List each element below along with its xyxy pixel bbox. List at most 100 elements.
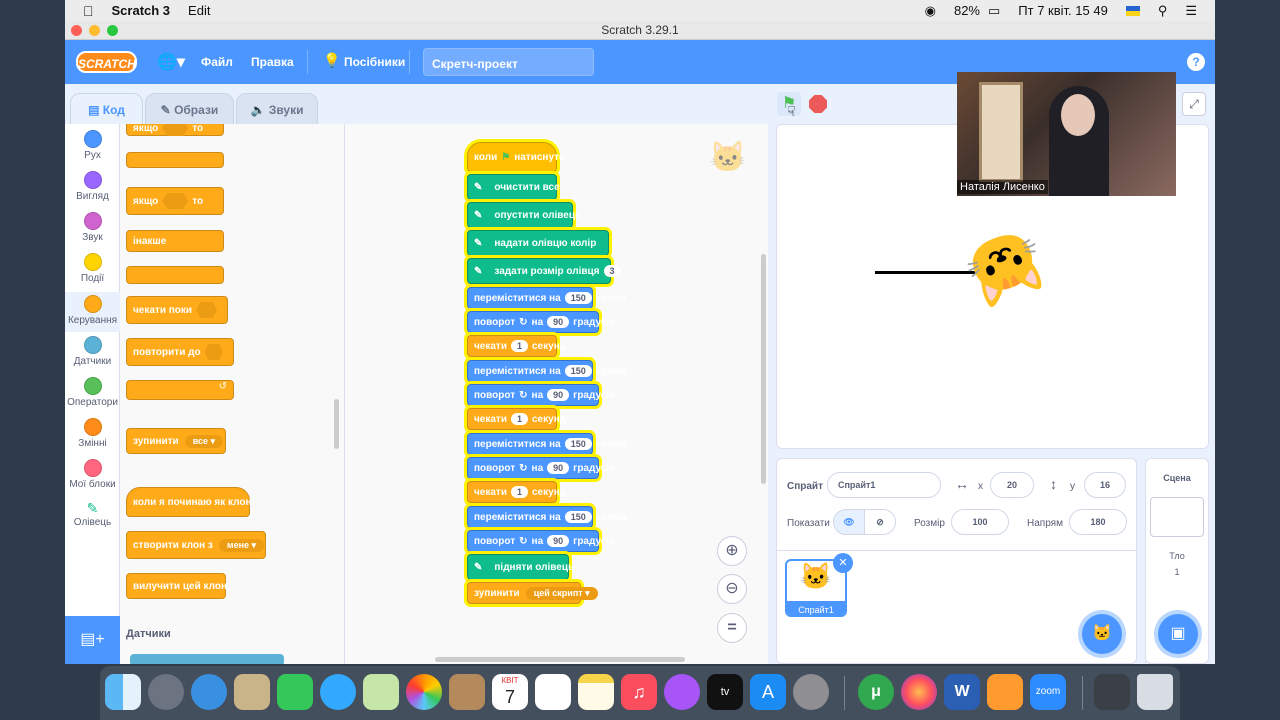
zoom-in-button[interactable]: ⊕ bbox=[717, 536, 747, 566]
stop-dropdown[interactable]: цей скрипт ▾ bbox=[525, 586, 598, 600]
steps-input[interactable]: 150 bbox=[564, 365, 592, 377]
degrees-input[interactable]: 90 bbox=[547, 462, 570, 474]
stop-button[interactable] bbox=[809, 95, 827, 113]
battery-icon[interactable]: ▭ bbox=[988, 3, 1000, 19]
if-else-block[interactable]: якщо то bbox=[126, 187, 224, 215]
trash-icon[interactable] bbox=[1137, 674, 1173, 710]
zoom-out-button[interactable]: ⊖ bbox=[717, 574, 747, 604]
category-variables[interactable]: Змінні bbox=[65, 418, 120, 449]
steps-input[interactable]: 150 bbox=[564, 511, 592, 523]
apple-icon[interactable]:  bbox=[83, 3, 94, 19]
project-title-input[interactable]: Скретч-проект bbox=[423, 48, 594, 76]
steps-input[interactable]: 150 bbox=[564, 438, 592, 450]
notes-icon[interactable] bbox=[578, 674, 614, 710]
downloads-stack-icon[interactable] bbox=[1094, 674, 1130, 710]
add-sprite-button[interactable]: 🐱 bbox=[1082, 614, 1122, 654]
safari-icon[interactable] bbox=[191, 674, 227, 710]
vertical-scrollbar[interactable] bbox=[761, 254, 766, 484]
launchpad-icon[interactable] bbox=[148, 674, 184, 710]
size-input[interactable]: 100 bbox=[951, 509, 1009, 535]
app-menu[interactable]: Scratch 3 bbox=[112, 3, 171, 18]
delete-clone-block[interactable]: вилучити цей клон bbox=[126, 573, 227, 599]
hide-sprite-button[interactable]: ⊘ bbox=[864, 509, 896, 535]
horizontal-scrollbar[interactable] bbox=[435, 657, 685, 662]
turn-block[interactable]: поворот ↻ на 90 градусів bbox=[467, 311, 615, 333]
x-input[interactable]: 20 bbox=[990, 472, 1034, 498]
zoom-reset-button[interactable]: = bbox=[717, 613, 747, 643]
tab-code[interactable]: ▤ Код bbox=[70, 93, 143, 125]
add-extension-button[interactable]: ▤+ bbox=[65, 616, 120, 664]
category-my-blocks[interactable]: Мої блоки bbox=[65, 459, 120, 490]
stage-selector[interactable]: Сцена Тло 1 ▣ bbox=[1145, 458, 1209, 664]
clone-dropdown[interactable]: мене ▾ bbox=[218, 538, 265, 552]
control-center-icon[interactable]: ☰ bbox=[1185, 3, 1197, 19]
stop-script-block[interactable]: зупинити цей скрипт ▾ bbox=[467, 582, 598, 604]
move-steps-block[interactable]: переміститися на 150 кроків bbox=[467, 433, 627, 455]
scratch-app-icon[interactable] bbox=[987, 674, 1023, 710]
edit-menu[interactable]: Edit bbox=[188, 3, 210, 18]
degrees-input[interactable]: 90 bbox=[547, 316, 570, 328]
stop-block[interactable]: зупинити все ▾ bbox=[126, 428, 226, 454]
tutorials-button[interactable]: Посібники bbox=[344, 55, 405, 69]
clock[interactable]: Пт 7 квіт. 15 49 bbox=[1018, 3, 1108, 18]
lightbulb-icon[interactable]: 💡 bbox=[323, 52, 340, 69]
wait-input[interactable]: 1 bbox=[510, 413, 528, 425]
show-visible-button[interactable]: 👁 bbox=[833, 509, 865, 535]
turn-block[interactable]: поворот ↻ на 90 градусів bbox=[467, 530, 615, 552]
wifi-icon[interactable]: ◉ bbox=[925, 3, 936, 19]
word-icon[interactable]: W bbox=[944, 674, 980, 710]
degrees-input[interactable]: 90 bbox=[547, 389, 570, 401]
calendar-icon[interactable]: КВІТ 7 bbox=[492, 674, 528, 710]
direction-input[interactable]: 180 bbox=[1069, 509, 1127, 535]
zoom-window-button[interactable] bbox=[107, 25, 118, 36]
finder-icon[interactable] bbox=[105, 674, 141, 710]
category-events[interactable]: Події bbox=[65, 253, 120, 284]
add-backdrop-button[interactable]: ▣ bbox=[1158, 614, 1198, 654]
system-preferences-icon[interactable] bbox=[793, 674, 829, 710]
category-motion[interactable]: Рух bbox=[65, 130, 120, 161]
music-icon[interactable]: ♫ bbox=[621, 674, 657, 710]
degrees-input[interactable]: 90 bbox=[547, 535, 570, 547]
firefox-icon[interactable] bbox=[901, 674, 937, 710]
spotlight-icon[interactable]: ⚲ bbox=[1158, 3, 1168, 19]
tab-sounds[interactable]: 🔈 Звуки bbox=[236, 93, 318, 125]
messages-icon[interactable] bbox=[320, 674, 356, 710]
mail-eagle-icon[interactable] bbox=[234, 674, 270, 710]
file-menu[interactable]: Файл bbox=[201, 55, 233, 69]
set-pen-color-block[interactable]: ✎ надати олівцю колір bbox=[467, 230, 609, 256]
battery-status[interactable]: 82% bbox=[954, 3, 980, 18]
app-store-icon[interactable]: A bbox=[750, 674, 786, 710]
move-steps-block[interactable]: переміститися на 150 кроків bbox=[467, 287, 627, 309]
wait-input[interactable]: 1 bbox=[510, 486, 528, 498]
language-globe-icon[interactable]: 🌐▾ bbox=[157, 52, 185, 72]
wait-block[interactable]: чекати 1 секунд bbox=[467, 481, 566, 503]
close-window-button[interactable] bbox=[71, 25, 82, 36]
category-sensing[interactable]: Датчики bbox=[65, 336, 120, 367]
repeat-until-block[interactable]: повторити до bbox=[126, 338, 234, 366]
maps-icon[interactable] bbox=[363, 674, 399, 710]
set-pen-size-block[interactable]: ✎ задати розмір олівця 3 bbox=[467, 258, 621, 284]
facetime-icon[interactable] bbox=[277, 674, 313, 710]
pen-down-block[interactable]: ✎ опустити олівець bbox=[467, 202, 581, 228]
sprite-name-input[interactable]: Спрайт1 bbox=[827, 472, 941, 498]
apple-tv-icon[interactable]: tv bbox=[707, 674, 743, 710]
y-input[interactable]: 16 bbox=[1084, 472, 1126, 498]
flag-icon[interactable] bbox=[1125, 5, 1140, 16]
turn-block[interactable]: поворот ↻ на 90 градусів bbox=[467, 457, 615, 479]
when-flag-clicked-hat[interactable]: коли ⚑ натиснуто bbox=[467, 142, 565, 172]
category-control[interactable]: Керування bbox=[65, 292, 120, 332]
edit-menu-scratch[interactable]: Правка bbox=[251, 55, 294, 69]
fullscreen-icon[interactable]: ⤢ bbox=[1182, 92, 1206, 116]
when-clone-starts-block[interactable]: коли я починаю як клон bbox=[126, 487, 252, 517]
category-looks[interactable]: Вигляд bbox=[65, 171, 120, 202]
move-steps-block[interactable]: переміститися на 150 кроків bbox=[467, 506, 627, 528]
stop-dropdown[interactable]: все ▾ bbox=[184, 434, 224, 448]
move-steps-block[interactable]: переміститися на 150 кроків bbox=[467, 360, 627, 382]
minimize-window-button[interactable] bbox=[89, 25, 100, 36]
code-area[interactable]: 🐱 коли ⚑ натиснуто ✎ очистити все ✎ опустити… bbox=[345, 124, 768, 664]
category-pen[interactable]: ✎ Олівець bbox=[65, 500, 120, 528]
utorrent-icon[interactable]: μ bbox=[858, 674, 894, 710]
delete-sprite-icon[interactable]: ✕ bbox=[833, 553, 853, 573]
if-then-block[interactable]: якщо то bbox=[126, 124, 224, 136]
wait-input[interactable]: 1 bbox=[510, 340, 528, 352]
